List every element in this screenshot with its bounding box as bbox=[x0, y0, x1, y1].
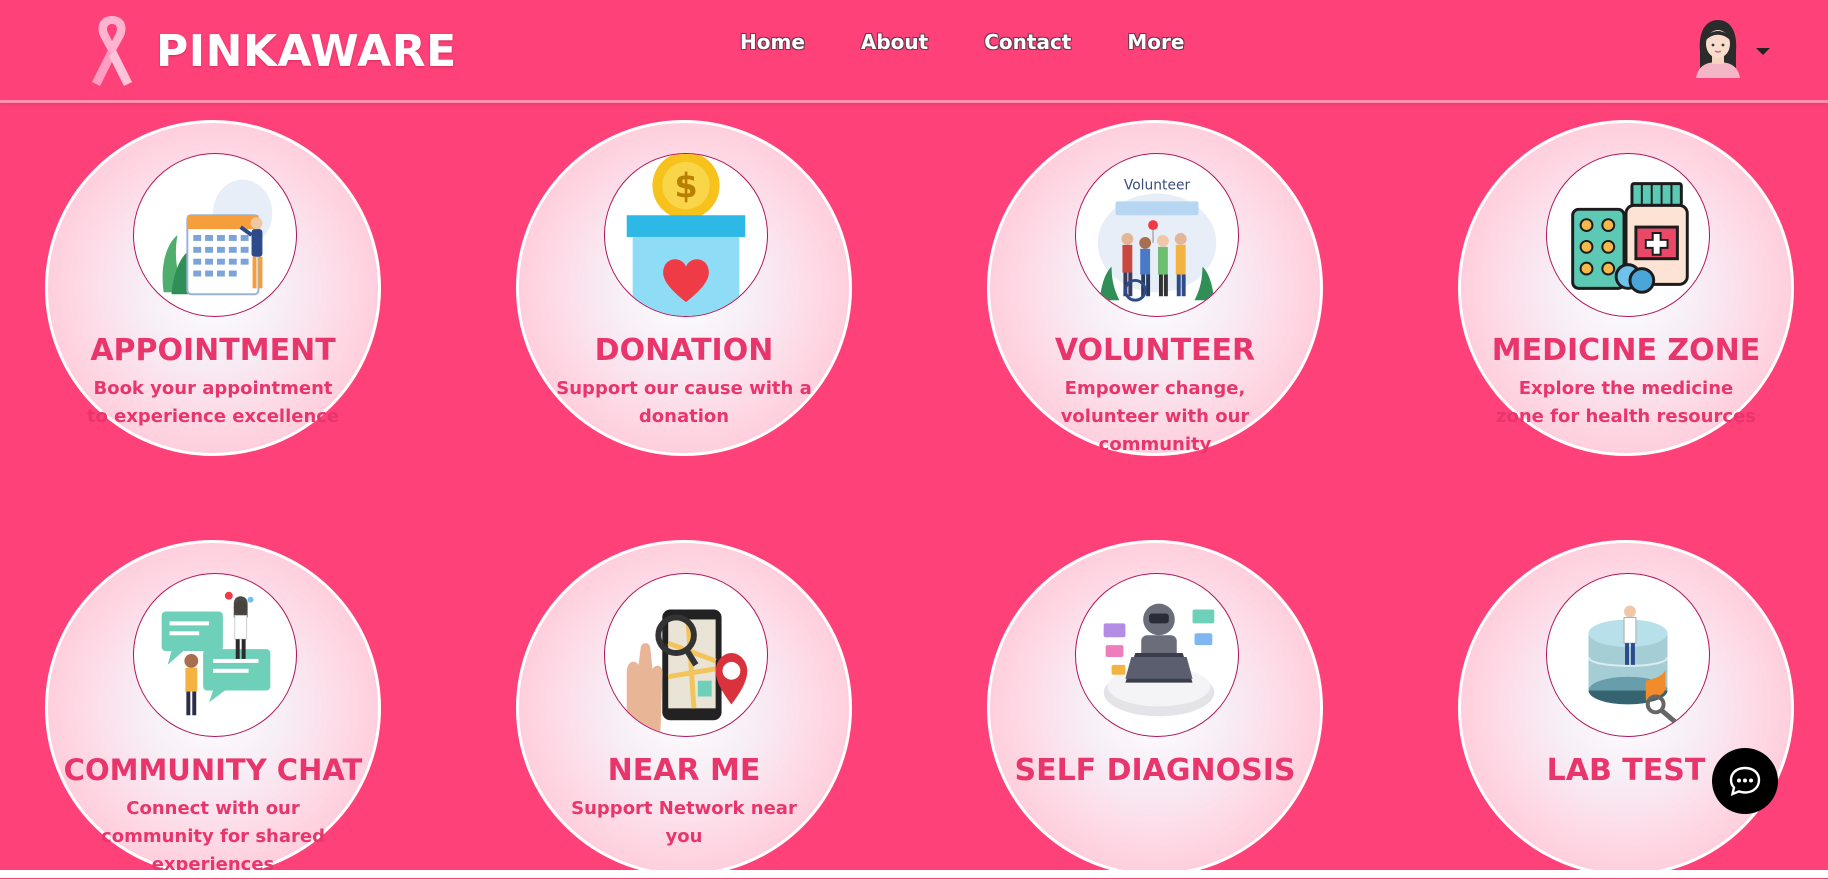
card-description: Book your appointment to experience exce… bbox=[86, 378, 340, 427]
calendar-icon bbox=[133, 153, 297, 317]
chat-bubbles-icon bbox=[133, 573, 297, 737]
card-donation[interactable]: $ DONATION Support our cause with a dona… bbox=[516, 120, 852, 456]
card-title: DONATION bbox=[594, 333, 774, 368]
svg-text:$: $ bbox=[674, 166, 697, 205]
caret-down-icon bbox=[1756, 47, 1770, 55]
card-title: COMMUNITY CHAT bbox=[63, 753, 363, 787]
card-description: Explore the medicine zone for health res… bbox=[1496, 378, 1756, 427]
card-title: VOLUNTEER bbox=[1054, 333, 1256, 368]
user-menu[interactable] bbox=[1694, 18, 1770, 78]
volunteer-icon-text: Volunteer bbox=[1124, 178, 1191, 194]
bottom-edge bbox=[0, 870, 1828, 878]
card-description: Support our cause with a donation bbox=[556, 378, 812, 427]
pink-ribbon-icon bbox=[92, 16, 132, 86]
chat-bubble-icon bbox=[1729, 766, 1761, 796]
navbar: PINKAWARE Home About Contact More bbox=[0, 0, 1828, 103]
map-phone-icon bbox=[604, 573, 768, 737]
main-nav: Home About Contact More bbox=[740, 22, 1240, 62]
medicine-icon bbox=[1546, 153, 1710, 317]
card-description: Support Network near you bbox=[571, 798, 797, 847]
card-self-diagnosis[interactable]: SELF DIAGNOSIS bbox=[987, 540, 1323, 876]
card-near-me[interactable]: NEAR ME Support Network near you bbox=[516, 540, 852, 876]
card-description: Empower change, volunteer with our commu… bbox=[1060, 378, 1250, 455]
card-appointment[interactable]: APPOINTMENT Book your appointment to exp… bbox=[45, 120, 381, 456]
card-title: MEDICINE ZONE bbox=[1491, 333, 1761, 368]
female-avatar-icon bbox=[1696, 20, 1740, 78]
donation-box-icon: $ bbox=[604, 153, 768, 317]
chat-widget-button[interactable] bbox=[1712, 748, 1778, 814]
volunteer-group-icon: Volunteer bbox=[1075, 153, 1239, 317]
card-lab-test[interactable]: LAB TEST bbox=[1458, 540, 1794, 876]
card-description: Connect with our community for shared ex… bbox=[101, 798, 325, 875]
nav-more[interactable]: More bbox=[1127, 22, 1184, 62]
nav-home[interactable]: Home bbox=[740, 22, 805, 62]
card-volunteer[interactable]: Volunteer VOLUNTEER Empower change, volu… bbox=[987, 120, 1323, 456]
brand[interactable]: PINKAWARE bbox=[86, 12, 457, 90]
brand-name: PINKAWARE bbox=[156, 25, 457, 77]
card-title: NEAR ME bbox=[607, 753, 761, 788]
card-medicine-zone[interactable]: MEDICINE ZONE Explore the medicine zone … bbox=[1458, 120, 1794, 456]
nav-contact[interactable]: Contact bbox=[984, 22, 1071, 62]
robot-laptop-icon bbox=[1075, 573, 1239, 737]
card-community-chat[interactable]: COMMUNITY CHAT Connect with our communit… bbox=[45, 540, 381, 876]
card-title: APPOINTMENT bbox=[90, 333, 336, 368]
nav-about[interactable]: About bbox=[861, 22, 928, 62]
lab-test-icon bbox=[1546, 573, 1710, 737]
card-title: SELF DIAGNOSIS bbox=[1014, 753, 1296, 788]
